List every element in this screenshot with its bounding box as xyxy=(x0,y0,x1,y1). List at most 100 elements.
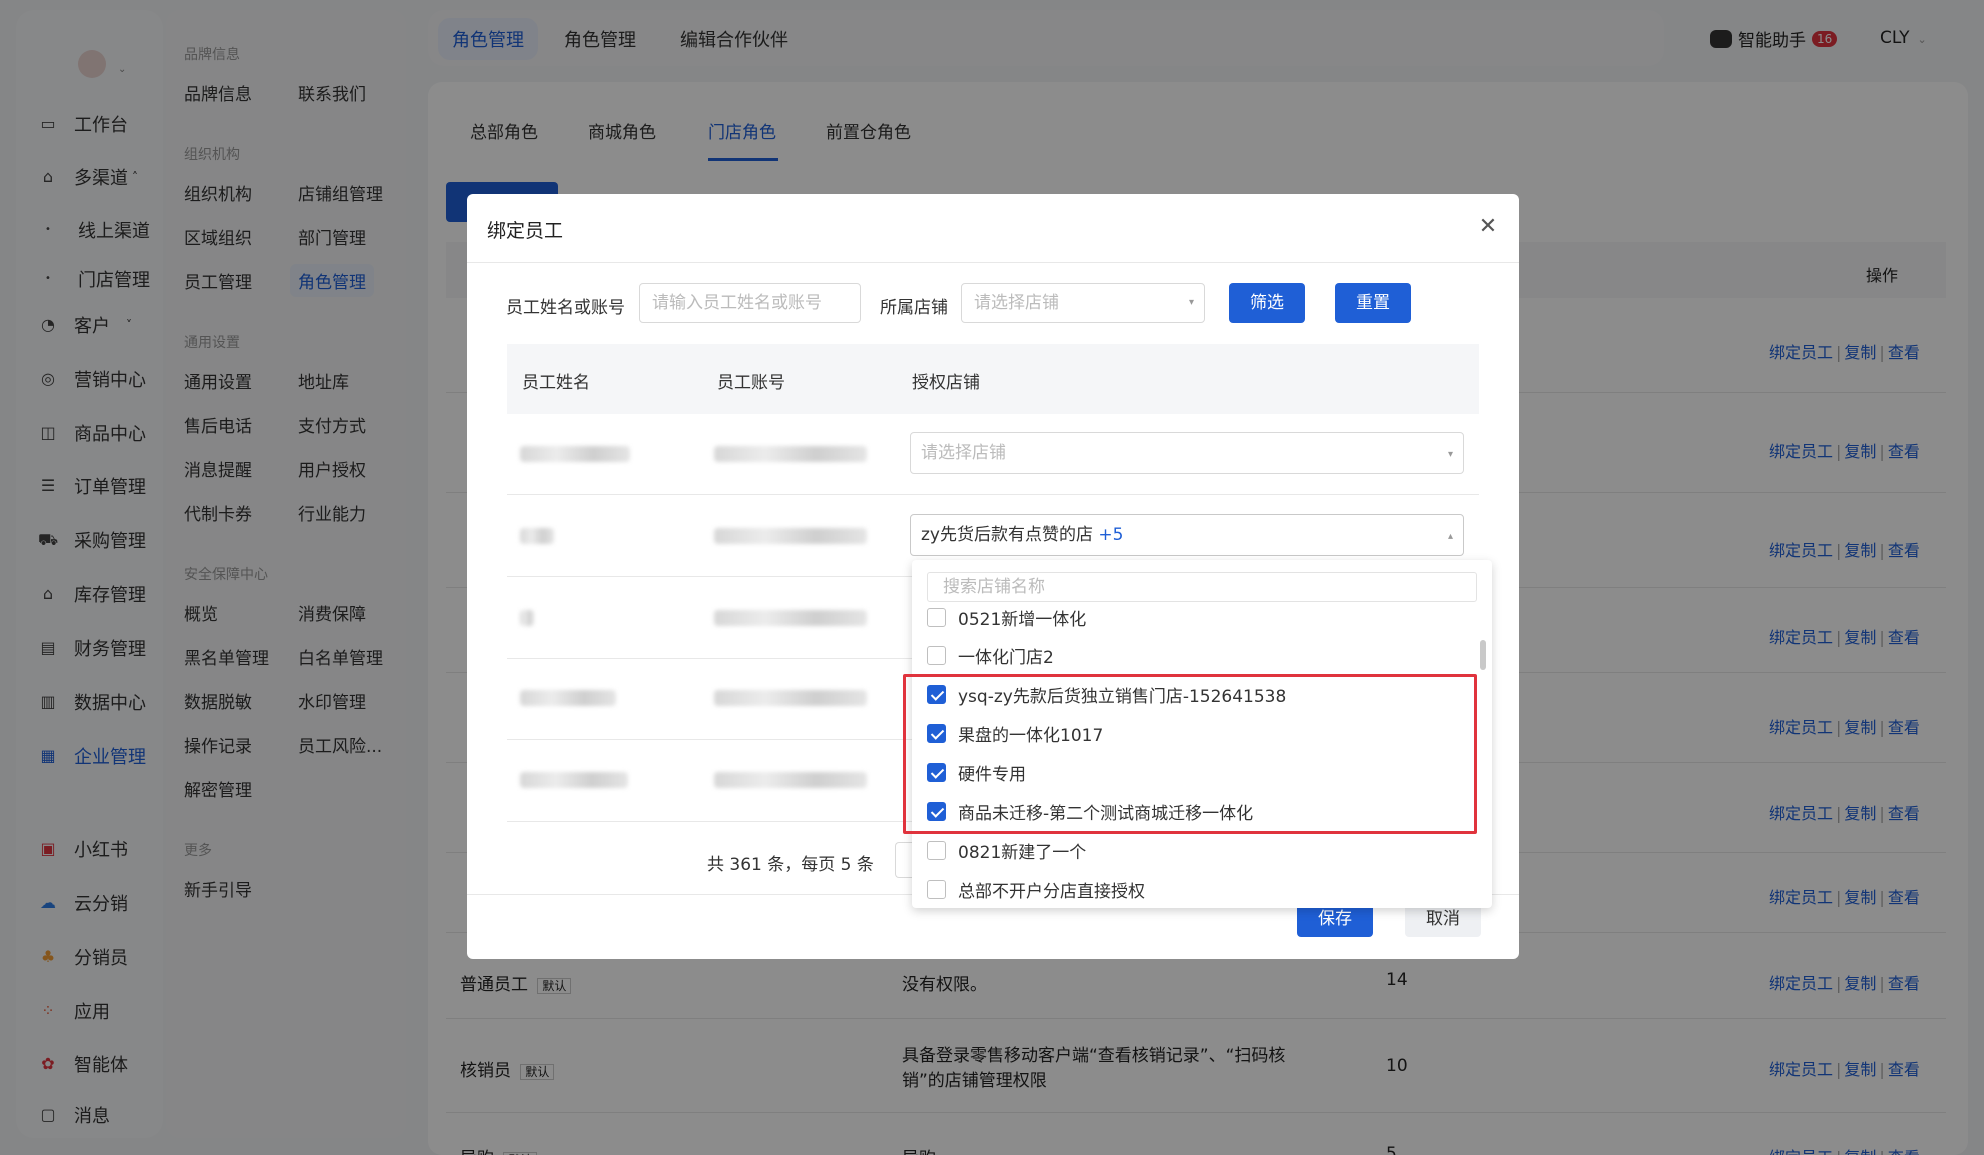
view-link[interactable]: 查看 xyxy=(1888,1060,1920,1079)
checkbox[interactable] xyxy=(927,840,946,860)
bind-staff-link[interactable]: 绑定员工 xyxy=(1769,718,1833,737)
nav-cloud-distribution[interactable]: ☁ 云分销 xyxy=(38,885,128,921)
chevron-down-icon[interactable]: ⌄ xyxy=(118,64,126,75)
nav-multichannel[interactable]: ⌂ 多渠道 ˄ xyxy=(38,159,138,195)
nav-finance[interactable]: ▤ 财务管理 xyxy=(38,630,146,666)
dropdown-scrollbar[interactable] xyxy=(1480,640,1486,670)
authorized-store-select-open[interactable]: zy先货后款有点赞的店 +5 ▴ xyxy=(910,514,1464,556)
subnav-item[interactable]: 地址库 xyxy=(298,368,349,393)
subnav-item[interactable]: 解密管理 xyxy=(184,776,252,801)
store-option[interactable]: 一体化门店2 xyxy=(927,640,1054,670)
tab-store-roles[interactable]: 门店角色 xyxy=(708,118,776,143)
subnav-item[interactable]: 联系我们 xyxy=(298,80,366,105)
subnav-item[interactable]: 数据脱敏 xyxy=(184,688,252,713)
bind-staff-link[interactable]: 绑定员工 xyxy=(1769,1060,1833,1079)
view-link[interactable]: 查看 xyxy=(1888,442,1920,461)
user-menu[interactable]: CLY ⌄ xyxy=(1880,28,1927,48)
store-option[interactable]: 0521新增一体化 xyxy=(927,602,1086,632)
bind-staff-link[interactable]: 绑定员工 xyxy=(1769,888,1833,907)
tab-role-management-2[interactable]: 角色管理 xyxy=(564,26,636,52)
subnav-item[interactable]: 店铺组管理 xyxy=(298,180,383,205)
nav-marketing[interactable]: ◎ 营销中心 xyxy=(38,361,146,397)
nav-workbench[interactable]: ▭ 工作台 xyxy=(38,106,128,142)
subnav-item[interactable]: 黑名单管理 xyxy=(184,644,269,669)
subnav-item[interactable]: 行业能力 xyxy=(298,500,366,525)
checkbox-checked[interactable] xyxy=(927,684,946,704)
nav-orders[interactable]: ☰ 订单管理 xyxy=(38,468,146,504)
checkbox[interactable] xyxy=(927,645,946,665)
copy-link[interactable]: 复制 xyxy=(1844,718,1876,737)
staff-name-input[interactable] xyxy=(639,283,861,323)
copy-link[interactable]: 复制 xyxy=(1844,1148,1876,1155)
checkbox[interactable] xyxy=(927,879,946,899)
subnav-item[interactable]: 概览 xyxy=(184,600,218,625)
checkbox-checked[interactable] xyxy=(927,723,946,743)
subnav-item[interactable]: 区域组织 xyxy=(184,224,252,249)
copy-link[interactable]: 复制 xyxy=(1844,343,1876,362)
copy-link[interactable]: 复制 xyxy=(1844,888,1876,907)
tab-edit-partner[interactable]: 编辑合作伙伴 xyxy=(680,26,788,52)
store-option[interactable]: 硬件专用 xyxy=(927,757,1026,787)
nav-xiaohongshu[interactable]: ▣ 小红书 xyxy=(38,831,128,867)
subnav-item[interactable]: 通用设置 xyxy=(184,368,252,393)
store-option[interactable]: 果盘的一体化1017 xyxy=(927,718,1103,748)
copy-link[interactable]: 复制 xyxy=(1844,628,1876,647)
bind-staff-link[interactable]: 绑定员工 xyxy=(1769,343,1833,362)
store-option[interactable]: 商品未迁移-第二个测试商城迁移一体化 xyxy=(927,796,1253,826)
subnav-item[interactable]: 操作记录 xyxy=(184,732,252,757)
tab-role-management[interactable]: 角色管理 xyxy=(438,18,538,60)
subnav-item-role-management[interactable]: 角色管理 xyxy=(290,264,374,297)
filter-button[interactable]: 筛选 xyxy=(1229,283,1305,323)
view-link[interactable]: 查看 xyxy=(1888,628,1920,647)
store-option[interactable]: 总部不开户分店直接授权 xyxy=(927,874,1145,904)
bind-staff-link[interactable]: 绑定员工 xyxy=(1769,1148,1833,1155)
subnav-item[interactable]: 用户授权 xyxy=(298,456,366,481)
view-link[interactable]: 查看 xyxy=(1888,974,1920,993)
subnav-item[interactable]: 代制卡券 xyxy=(184,500,252,525)
bind-staff-link[interactable]: 绑定员工 xyxy=(1769,442,1833,461)
view-link[interactable]: 查看 xyxy=(1888,343,1920,362)
nav-agent[interactable]: ✿ 智能体 xyxy=(38,1046,128,1082)
view-link[interactable]: 查看 xyxy=(1888,1148,1920,1155)
tab-warehouse-roles[interactable]: 前置仓角色 xyxy=(826,118,911,143)
subnav-item[interactable]: 员工风险... xyxy=(298,732,382,757)
nav-messages[interactable]: ▢ 消息 xyxy=(38,1097,110,1133)
authorized-store-select[interactable]: 请选择店铺 ▾ xyxy=(910,432,1464,474)
copy-link[interactable]: 复制 xyxy=(1844,804,1876,823)
bind-staff-link[interactable]: 绑定员工 xyxy=(1769,804,1833,823)
subnav-item[interactable]: 白名单管理 xyxy=(298,644,383,669)
subnav-item[interactable]: 水印管理 xyxy=(298,688,366,713)
subnav-item[interactable]: 支付方式 xyxy=(298,412,366,437)
subnav-item[interactable]: 品牌信息 xyxy=(184,80,252,105)
store-option[interactable]: ysq-zy先款后货独立销售门店-152641538 xyxy=(927,679,1286,709)
view-link[interactable]: 查看 xyxy=(1888,804,1920,823)
subnav-item[interactable]: 新手引导 xyxy=(184,876,252,901)
nav-customer[interactable]: ◔ 客户 ˅ xyxy=(38,307,132,343)
subnav-item[interactable]: 消息提醒 xyxy=(184,456,252,481)
store-search-input[interactable]: 搜索店铺名称 xyxy=(927,572,1477,602)
copy-link[interactable]: 复制 xyxy=(1844,442,1876,461)
nav-inventory[interactable]: ⌂ 库存管理 xyxy=(38,576,146,612)
subnav-item[interactable]: 售后电话 xyxy=(184,412,252,437)
checkbox-checked[interactable] xyxy=(927,801,946,821)
subnav-item[interactable]: 组织机构 xyxy=(184,180,252,205)
subnav-item[interactable]: 部门管理 xyxy=(298,224,366,249)
nav-enterprise[interactable]: ▦ 企业管理 xyxy=(38,738,146,774)
bind-staff-link[interactable]: 绑定员工 xyxy=(1769,541,1833,560)
copy-link[interactable]: 复制 xyxy=(1844,541,1876,560)
nav-store-management[interactable]: • 门店管理 xyxy=(38,261,150,297)
avatar[interactable] xyxy=(78,50,106,78)
bind-staff-link[interactable]: 绑定员工 xyxy=(1769,628,1833,647)
tab-hq-roles[interactable]: 总部角色 xyxy=(470,118,538,143)
nav-product[interactable]: ◫ 商品中心 xyxy=(38,415,146,451)
assistant-button[interactable]: 智能助手 16 xyxy=(1710,26,1838,51)
copy-link[interactable]: 复制 xyxy=(1844,974,1876,993)
nav-apps[interactable]: ⁘ 应用 xyxy=(38,993,110,1029)
nav-distributor[interactable]: ♣ 分销员 xyxy=(38,939,128,975)
copy-link[interactable]: 复制 xyxy=(1844,1060,1876,1079)
reset-button[interactable]: 重置 xyxy=(1335,283,1411,323)
store-option[interactable]: 0821新建了一个 xyxy=(927,835,1086,865)
view-link[interactable]: 查看 xyxy=(1888,541,1920,560)
subnav-item[interactable]: 消费保障 xyxy=(298,600,366,625)
checkbox[interactable] xyxy=(927,607,946,627)
